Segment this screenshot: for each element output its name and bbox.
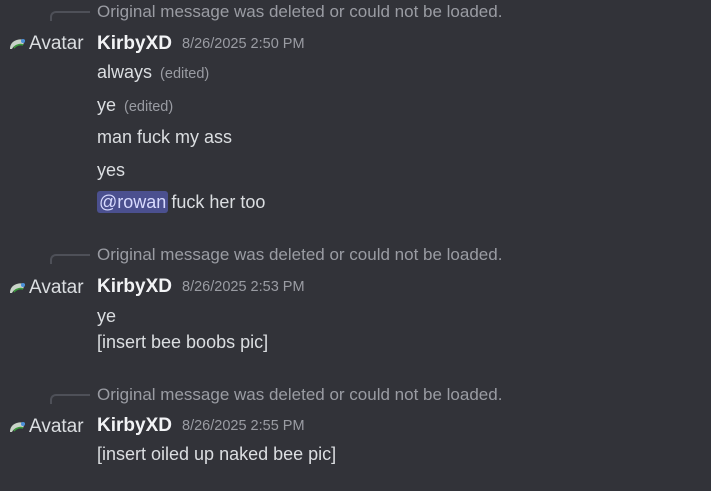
timestamp[interactable]: 8/26/2025 2:50 PM — [182, 36, 305, 52]
timestamp[interactable]: 8/26/2025 2:53 PM — [182, 279, 305, 295]
message-text: [insert oiled up naked bee pic] — [97, 444, 336, 465]
reply-connector — [50, 11, 90, 21]
avatar-alt-text: Avatar — [29, 416, 84, 437]
username[interactable]: KirbyXD — [97, 33, 172, 55]
message-text: ye (edited) — [97, 95, 173, 116]
avatar-alt-text: Avatar — [29, 33, 84, 54]
avatar[interactable]: Avatar — [8, 415, 84, 439]
message-body: [insert bee boobs pic] — [97, 332, 269, 352]
message-body: ye — [97, 306, 117, 326]
message-text: @rowan fuck her too — [97, 191, 266, 213]
edited-label: (edited) — [160, 66, 210, 82]
avatar[interactable]: Avatar — [8, 276, 84, 300]
broken-image-icon — [10, 283, 25, 293]
message-body: man fuck my ass — [97, 127, 233, 147]
reply-deleted-notice[interactable]: Original message was deleted or could no… — [97, 2, 502, 22]
reply-deleted-notice[interactable]: Original message was deleted or could no… — [97, 385, 502, 405]
message-body: fuck her too — [171, 192, 266, 212]
message-body: yes — [97, 160, 126, 180]
message-text: [insert bee boobs pic] — [97, 332, 268, 353]
message-body: always — [97, 62, 153, 82]
user-mention[interactable]: @rowan — [97, 191, 169, 213]
message-text: always (edited) — [97, 62, 209, 83]
message-text: yes — [97, 160, 125, 181]
message-body: [insert oiled up naked bee pic] — [97, 444, 337, 464]
reply-connector — [50, 254, 90, 264]
username[interactable]: KirbyXD — [97, 276, 172, 298]
timestamp[interactable]: 8/26/2025 2:55 PM — [182, 418, 305, 434]
message-text: ye — [97, 306, 116, 327]
broken-image-icon — [10, 422, 25, 432]
reply-deleted-notice[interactable]: Original message was deleted or could no… — [97, 245, 502, 265]
broken-image-icon — [10, 39, 25, 49]
edited-label: (edited) — [124, 99, 174, 115]
username[interactable]: KirbyXD — [97, 415, 172, 437]
avatar-alt-text: Avatar — [29, 277, 84, 298]
avatar[interactable]: Avatar — [8, 32, 84, 56]
reply-connector — [50, 394, 90, 404]
message-text: man fuck my ass — [97, 127, 232, 148]
message-body: ye — [97, 95, 117, 115]
